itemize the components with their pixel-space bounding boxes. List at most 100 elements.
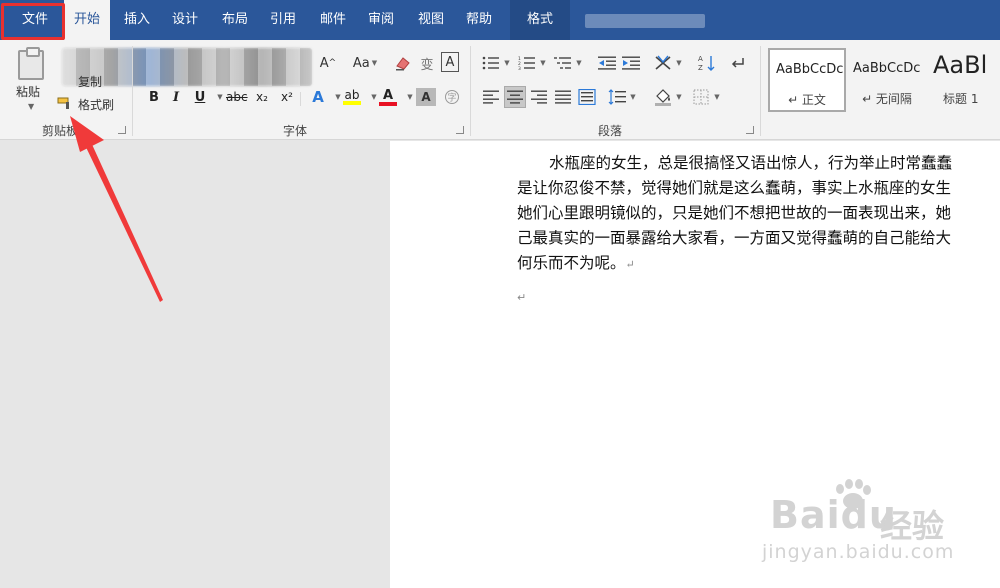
copy-button-label[interactable]: 复制 xyxy=(78,73,102,90)
group-divider xyxy=(132,46,133,136)
align-left-button[interactable] xyxy=(480,86,502,108)
clipboard-group-label: 剪贴板 xyxy=(41,124,78,138)
enclose-char-icon: 字 xyxy=(445,90,459,104)
paint-bucket-icon xyxy=(655,89,671,106)
align-center-button[interactable] xyxy=(504,86,526,108)
paste-dropdown-icon[interactable]: ▼ xyxy=(28,102,34,111)
increase-indent-button[interactable] xyxy=(620,52,642,74)
grow-font-icon: A xyxy=(319,55,329,71)
bullets-dropdown-icon[interactable]: ▼ xyxy=(502,52,512,74)
doc-line-4: 己最真实的一面暴露给大家看，一方面又觉得蠢萌的自己能给大 xyxy=(517,229,952,247)
svg-text:A: A xyxy=(698,55,703,63)
chinese-layout-dropdown-icon[interactable]: ▼ xyxy=(674,52,684,74)
sort-icon: AZ xyxy=(698,55,715,72)
borders-button[interactable] xyxy=(690,86,712,108)
watermark-logo: Baidu xyxy=(770,493,897,537)
blurred-title-area xyxy=(585,14,705,28)
shading-button[interactable] xyxy=(652,86,674,108)
tab-help[interactable]: 帮助 xyxy=(456,0,502,40)
borders-dropdown-icon[interactable]: ▼ xyxy=(712,86,722,108)
font-color-button[interactable]: A xyxy=(378,86,398,108)
font-launcher-icon[interactable] xyxy=(456,126,464,134)
tab-view[interactable]: 视图 xyxy=(408,0,454,40)
format-painter-icon[interactable] xyxy=(57,96,75,110)
doc-line-5-wrap: 何乐而不为呢。↵ xyxy=(517,251,1000,277)
distributed-icon xyxy=(578,89,596,105)
line-spacing-button[interactable] xyxy=(606,86,628,108)
increase-indent-icon xyxy=(622,56,640,70)
paragraph-group-label: 段落 xyxy=(597,124,622,138)
underline-button[interactable]: U xyxy=(190,86,210,108)
sort-button[interactable]: AZ xyxy=(696,52,718,74)
font-group-label: 字体 xyxy=(282,124,307,138)
paste-icon[interactable] xyxy=(18,47,44,80)
format-painter-label[interactable]: 格式刷 xyxy=(78,96,114,113)
char-border-button[interactable]: A xyxy=(441,52,459,72)
document-text[interactable]: 水瓶座的女生，总是很搞怪又语出惊人，行为举止时常蠢蠢 是让你忍俊不禁，觉得她们就… xyxy=(517,151,1000,277)
doc-line-5: 何乐而不为呢。 xyxy=(517,254,626,272)
show-marks-button[interactable] xyxy=(726,52,748,74)
numbering-dropdown-icon[interactable]: ▼ xyxy=(538,52,548,74)
ribbon-home: 粘贴 ▼ 复制 格式刷 剪贴板 A ^ Aa ▼ 变 A B I U ▼ abc x… xyxy=(0,40,1000,140)
style-heading-1-name: 标题 1 xyxy=(943,92,979,106)
char-shading-button[interactable]: A xyxy=(416,88,436,106)
style-normal-name: ↵ 正文 xyxy=(788,93,826,107)
line-spacing-dropdown-icon[interactable]: ▼ xyxy=(628,86,638,108)
italic-button[interactable]: I xyxy=(166,86,186,108)
group-divider xyxy=(470,46,471,136)
font-row-divider xyxy=(300,92,301,106)
eraser-icon xyxy=(396,57,410,71)
empty-paragraph-mark: ↵ xyxy=(517,291,527,304)
multilevel-list-button[interactable] xyxy=(552,52,574,74)
text-effects-button[interactable]: A xyxy=(308,86,328,108)
clear-format-button[interactable] xyxy=(393,52,413,74)
justify-button[interactable] xyxy=(552,86,574,108)
tab-references[interactable]: 引用 xyxy=(260,0,306,40)
svg-text:3: 3 xyxy=(518,66,521,70)
tab-mailings[interactable]: 邮件 xyxy=(310,0,356,40)
strikethrough-button[interactable]: abc xyxy=(226,86,248,108)
bullets-button[interactable] xyxy=(480,52,502,74)
style-normal[interactable]: AaBbCcDc ↵ 正文 xyxy=(768,48,846,112)
bold-button[interactable]: B xyxy=(144,86,164,108)
paste-button-label[interactable]: 粘贴 xyxy=(16,83,40,100)
tab-review[interactable]: 审阅 xyxy=(358,0,404,40)
superscript-button[interactable]: x² xyxy=(277,86,297,108)
clipboard-launcher-icon[interactable] xyxy=(118,126,126,134)
align-center-icon xyxy=(507,90,523,104)
multilevel-dropdown-icon[interactable]: ▼ xyxy=(574,52,584,74)
baidu-watermark: Baidu 经验 jingyan.baidu.com xyxy=(760,475,980,575)
enclose-char-button[interactable]: 字 xyxy=(442,86,462,108)
tab-design[interactable]: 设计 xyxy=(162,0,208,40)
paragraph-launcher-icon[interactable] xyxy=(746,126,754,134)
change-case-icon: Aa xyxy=(352,55,370,71)
numbering-button[interactable]: 123 xyxy=(516,52,538,74)
change-case-button[interactable]: Aa ▼ xyxy=(348,52,382,74)
shading-dropdown-icon[interactable]: ▼ xyxy=(674,86,684,108)
tab-home[interactable]: 开始 xyxy=(64,0,110,40)
tab-layout[interactable]: 布局 xyxy=(212,0,258,40)
paragraph-mark-icon xyxy=(731,58,744,68)
phonetic-guide-button[interactable]: 变 xyxy=(417,52,437,74)
svg-text:Z: Z xyxy=(698,64,703,72)
svg-text:字: 字 xyxy=(447,92,456,104)
distributed-button[interactable] xyxy=(576,86,598,108)
align-right-button[interactable] xyxy=(528,86,550,108)
highlight-button[interactable]: ab xyxy=(342,86,362,108)
grow-font-button[interactable]: A ^ xyxy=(318,52,338,74)
subscript-button[interactable]: x₂ xyxy=(252,86,272,108)
chinese-layout-button[interactable] xyxy=(652,52,674,74)
tab-format-context[interactable]: 格式 xyxy=(510,0,570,40)
style-heading-1[interactable]: AaBl 标题 1 xyxy=(928,48,1000,112)
numbering-icon: 123 xyxy=(518,56,535,70)
chinese-layout-icon xyxy=(655,55,671,70)
decrease-indent-button[interactable] xyxy=(596,52,618,74)
tab-insert[interactable]: 插入 xyxy=(114,0,160,40)
file-tab-highlight-box xyxy=(1,3,65,40)
style-no-spacing[interactable]: AaBbCcDc ↵ 无间隔 xyxy=(848,48,926,112)
doc-line-3: 她们心里跟明镜似的，只是她们不想把世故的一面表现出来，她 xyxy=(517,204,952,222)
doc-line-1: 水瓶座的女生，总是很搞怪又语出惊人，行为举止时常蠢蠢 xyxy=(549,154,953,172)
document-page[interactable]: 水瓶座的女生，总是很搞怪又语出惊人，行为举止时常蠢蠢 是让你忍俊不禁，觉得她们就… xyxy=(390,141,1000,588)
paragraph-mark-icon: ↵ xyxy=(625,258,635,271)
style-no-spacing-sample: AaBbCcDc xyxy=(853,61,921,76)
